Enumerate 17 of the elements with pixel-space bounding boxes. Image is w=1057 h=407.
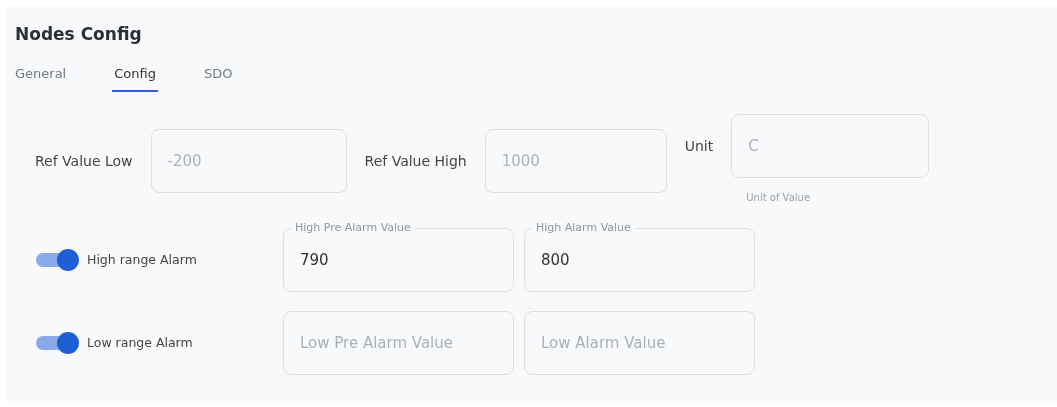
toggle-label: High range Alarm — [87, 250, 197, 269]
panel-title: Nodes Config — [15, 23, 143, 46]
toggle-label: Low range Alarm — [87, 333, 193, 352]
input-field[interactable]: -200 — [150, 129, 347, 193]
field-label: Ref Value Low — [35, 151, 133, 171]
toggle-switch[interactable] — [35, 249, 79, 271]
helper-text: Unit of Value — [746, 191, 812, 205]
input-field[interactable]: Low Pre Alarm Value — [283, 311, 514, 375]
tab[interactable]: SDO — [201, 64, 235, 92]
field-label: Ref Value High — [364, 151, 467, 171]
input-field[interactable]: 1000 — [484, 129, 667, 193]
tab[interactable]: General — [13, 64, 69, 92]
field-label: Unit — [684, 137, 714, 156]
input-field[interactable]: Low Alarm Value — [524, 311, 755, 375]
toggle-switch[interactable] — [35, 332, 79, 354]
tab[interactable]: Config — [112, 64, 158, 92]
input-field[interactable]: C — [731, 114, 930, 178]
